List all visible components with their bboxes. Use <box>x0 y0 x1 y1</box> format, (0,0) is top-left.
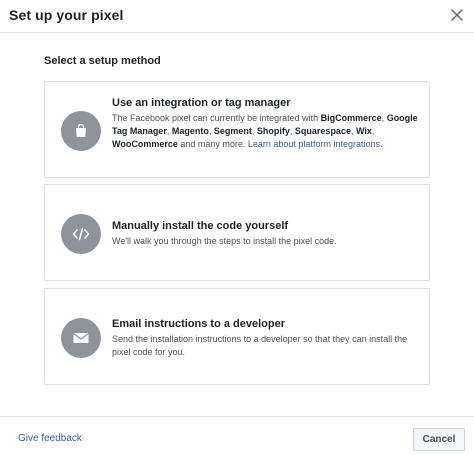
icon-circle <box>61 111 101 151</box>
option-text: Use an integration or tag manager The Fa… <box>112 96 422 151</box>
platform-wix: Wix <box>355 126 372 136</box>
desc-text: and many more. <box>177 139 248 149</box>
platform-squarespace: Squarespace <box>294 126 351 136</box>
desc-text: , <box>350 126 354 136</box>
option-integration-card[interactable]: Use an integration or tag manager The Fa… <box>44 81 430 178</box>
envelope-icon <box>73 333 89 343</box>
platform-shopify: Shopify <box>256 126 290 136</box>
section-label: Select a setup method <box>44 55 161 67</box>
option-manual-install-card[interactable]: Manually install the code yourself We'll… <box>44 184 430 281</box>
platform-segment: Segment <box>213 126 252 136</box>
setup-pixel-dialog: Set up your pixel Select a setup method … <box>0 0 474 455</box>
code-icon <box>72 227 90 241</box>
close-button[interactable] <box>448 6 466 24</box>
desc-text: , <box>381 113 385 123</box>
option-title: Email instructions to a developer <box>112 318 285 330</box>
icon-circle <box>61 214 101 254</box>
option-description: We'll walk you through the steps to inst… <box>112 236 337 246</box>
icon-circle <box>61 318 101 358</box>
give-feedback-link[interactable]: Give feedback <box>18 433 82 444</box>
option-text: Manually install the code yourself We'll… <box>112 219 422 248</box>
dialog-header: Set up your pixel <box>0 0 474 33</box>
option-title: Use an integration or tag manager <box>112 97 291 109</box>
desc-text: . <box>379 139 383 149</box>
option-description: Send the installation instructions to a … <box>112 334 408 357</box>
platform-woocommerce: WooCommerce <box>112 139 178 149</box>
desc-text: The Facebook pixel can currently be inte… <box>112 113 321 123</box>
platform-bigcommerce: BigCommerce <box>320 113 382 123</box>
learn-integrations-link[interactable]: Learn about platform integrations <box>248 139 380 149</box>
shopping-bag-icon <box>76 123 86 137</box>
dialog-title: Set up your pixel <box>9 7 124 23</box>
option-text: Email instructions to a developer Send t… <box>112 317 422 359</box>
close-icon <box>451 9 463 21</box>
cancel-button[interactable]: Cancel <box>413 428 465 451</box>
desc-text: , <box>371 126 375 136</box>
option-description: The Facebook pixel can currently be inte… <box>112 112 422 151</box>
option-title: Manually install the code yourself <box>112 220 289 232</box>
dialog-footer: Give feedback Cancel <box>0 416 474 455</box>
option-email-developer-card[interactable]: Email instructions to a developer Send t… <box>44 288 430 385</box>
platform-magento: Magento <box>171 126 209 136</box>
